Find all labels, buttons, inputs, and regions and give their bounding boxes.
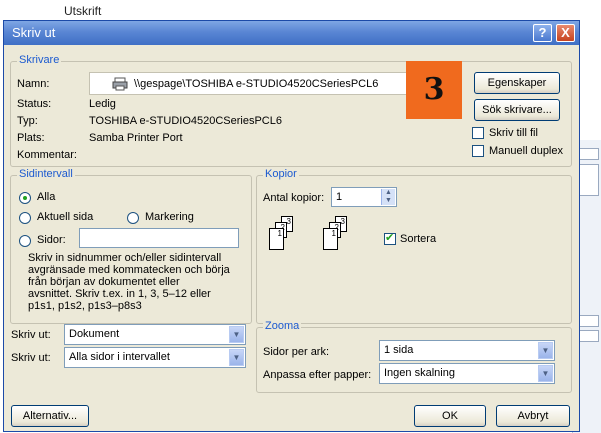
printer-comment-label: Kommentar: [17, 149, 77, 161]
ok-button[interactable]: OK [414, 405, 486, 427]
collate-label: Sortera [400, 233, 437, 245]
dialog-title-bar[interactable]: Skriv ut ? X [4, 21, 579, 45]
printer-type-value: TOSHIBA e-STUDIO4520CSeriesPCL6 [89, 115, 282, 127]
zoom-section: Zooma Sidor per ark: 1 sida ▼ Anpassa ef… [256, 320, 572, 393]
page-range-hint: Skriv in sidnummer och/eller sidinterval… [28, 252, 273, 312]
page-range-current-radio[interactable] [19, 212, 31, 224]
printer-name-select[interactable]: \\gespage\TOSHIBA e-STUDIO4520CSeriesPCL… [89, 72, 407, 95]
print-pages-value: Alla sidor i intervallet [69, 351, 170, 363]
page-range-selection-radio[interactable] [127, 212, 139, 224]
collate-page: 1 [269, 228, 284, 250]
pages-per-sheet-value: 1 sida [384, 344, 414, 356]
cancel-button[interactable]: Avbryt [496, 405, 570, 427]
printer-status-value: Ledig [89, 98, 116, 110]
printer-where-value: Samba Printer Port [89, 132, 183, 144]
zoom-section-title: Zooma [263, 320, 302, 332]
print-what-label: Skriv ut: [11, 329, 51, 341]
page-range-pages-radio[interactable] [19, 235, 31, 247]
properties-button[interactable]: Egenskaper [474, 72, 560, 94]
print-to-file-checkbox[interactable] [472, 127, 484, 139]
copies-section: Kopior Antal kopior: 1 ▲ ▼ 3 2 1 3 2 1 S… [256, 168, 572, 324]
scale-to-paper-select[interactable]: Ingen skalning ▼ [379, 363, 555, 384]
pages-per-sheet-select[interactable]: 1 sida ▼ [379, 340, 555, 361]
page-range-all-label: Alla [37, 191, 56, 203]
copies-count-value: 1 [336, 191, 343, 203]
collate-page: 1 [323, 228, 338, 250]
copies-count-label: Antal kopior: [263, 192, 325, 204]
printer-icon [112, 77, 128, 91]
find-printer-button-label: Sök skrivare... [482, 104, 552, 116]
page-range-selection-label: Markering [145, 211, 194, 223]
page-range-pages-label: Sidor: [37, 234, 66, 246]
close-icon: X [561, 25, 570, 40]
print-pages-select[interactable]: Alla sidor i intervallet ▼ [64, 347, 246, 368]
scale-to-paper-label: Anpassa efter papper: [263, 369, 372, 381]
background-mini-control [577, 148, 599, 160]
printer-status-label: Status: [17, 98, 52, 110]
printer-section: Skrivare Namn: \\gespage\TOSHIBA e-STUDI… [10, 54, 572, 167]
page-range-section: Sidintervall Alla Aktuell sida Markering… [10, 168, 252, 324]
help-icon: ? [538, 25, 547, 40]
printer-name-value: \\gespage\TOSHIBA e-STUDIO4520CSeriesPCL… [134, 78, 379, 90]
properties-button-label: Egenskaper [487, 77, 547, 89]
chevron-down-icon[interactable]: ▼ [229, 349, 244, 366]
page-range-all-radio[interactable] [19, 192, 31, 204]
print-what-value: Dokument [69, 328, 120, 340]
copies-section-title: Kopior [263, 168, 299, 180]
page-range-section-title: Sidintervall [17, 168, 75, 180]
cancel-button-label: Avbryt [517, 410, 549, 422]
background-mini-control [577, 315, 599, 327]
chevron-down-icon[interactable]: ▼ [538, 365, 553, 382]
ok-button-label: OK [442, 410, 458, 422]
print-pages-label: Skriv ut: [11, 352, 51, 364]
print-dialog: Skriv ut ? X Skrivare Namn: \\gespage\TO… [3, 20, 580, 432]
chevron-down-icon[interactable]: ▼ [538, 342, 553, 359]
manual-duplex-checkbox[interactable] [472, 145, 484, 157]
printer-section-title: Skrivare [17, 54, 62, 66]
page-range-hint-line: avsnittet. Skriv t.ex. in 1, 3, 5–12 ell… [28, 288, 211, 300]
page-range-hint-line: från början av dokumentet eller [28, 276, 180, 288]
collate-checkbox[interactable] [384, 231, 396, 245]
background-mini-control [577, 330, 599, 342]
manual-duplex-label: Manuell duplex [489, 145, 563, 157]
print-to-file-label: Skriv till fil [489, 127, 538, 139]
page-range-hint-line: p1s1, p1s2, p1s3–p8s3 [28, 300, 142, 312]
pages-input[interactable] [79, 228, 239, 248]
printer-where-label: Plats: [17, 132, 45, 144]
page-range-current-label: Aktuell sida [37, 211, 94, 223]
pages-per-sheet-label: Sidor per ark: [263, 346, 330, 358]
help-button[interactable]: ? [533, 24, 552, 42]
find-printer-button[interactable]: Sök skrivare... [474, 99, 560, 121]
copies-count-input[interactable]: 1 ▲ ▼ [331, 187, 397, 207]
background-mini-control [577, 164, 599, 196]
dialog-title: Skriv ut [12, 25, 56, 40]
background-document-title: Utskrift [64, 4, 102, 18]
printer-name-label: Namn: [17, 78, 50, 90]
options-button-label: Alternativ... [22, 410, 78, 422]
print-what-select[interactable]: Dokument ▼ [64, 324, 246, 345]
printer-type-label: Typ: [17, 115, 38, 127]
close-button[interactable]: X [556, 24, 575, 42]
options-button[interactable]: Alternativ... [11, 405, 89, 427]
chevron-down-icon[interactable]: ▼ [229, 326, 244, 343]
copies-spinner[interactable]: ▲ ▼ [381, 189, 395, 205]
annotation-badge: 3 [406, 61, 462, 119]
page-range-hint-line: avgränsade med kommatecken och börja [28, 264, 230, 276]
page-range-hint-line: Skriv in sidnummer och/eller sidinterval… [28, 252, 222, 264]
spin-up-icon[interactable]: ▲ [382, 189, 395, 197]
spin-down-icon[interactable]: ▼ [382, 197, 395, 205]
scale-to-paper-value: Ingen skalning [384, 367, 455, 379]
